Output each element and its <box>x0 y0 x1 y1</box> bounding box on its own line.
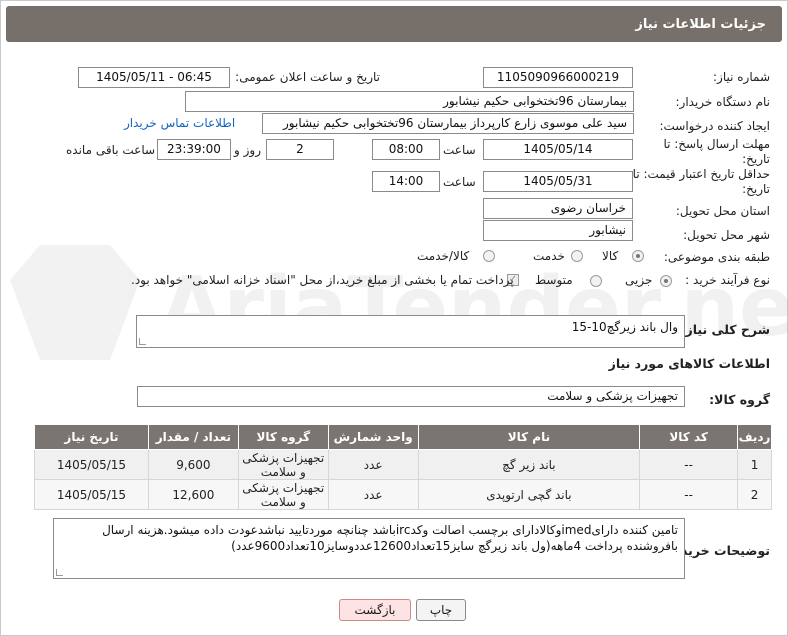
goods-group-label: گروه کالا: <box>709 392 770 407</box>
reply-deadline-label: مهلت ارسال پاسخ: تا تاریخ: <box>663 137 770 166</box>
buyer-notes-textarea[interactable]: تامین کننده دارایimedوکالادارای برچسب اص… <box>53 518 685 579</box>
cell-quantity: 9,600 <box>147 449 239 480</box>
resize-grip-icon[interactable] <box>139 338 146 345</box>
need-number-label: شماره نیاز: <box>713 70 770 84</box>
col-header-item-code: کد کالا <box>639 424 739 450</box>
category-goods-service-radio[interactable] <box>483 250 495 262</box>
remaining-time-label: ساعت باقی مانده <box>66 143 156 157</box>
description-textarea[interactable]: وال باند زیرگچ10-15 <box>136 315 685 348</box>
buyer-org-label: نام دستگاه خریدار: <box>675 95 771 109</box>
process-medium-label: متوسط <box>535 273 573 287</box>
back-button[interactable]: بازگشت <box>339 599 411 621</box>
cell-need-date: 1405/05/15 <box>34 449 149 480</box>
reply-deadline-days-field: 2 <box>266 139 334 160</box>
category-goods-service-label: کالا/خدمت <box>417 249 470 263</box>
cell-item-code: -- <box>639 449 739 480</box>
requester-field: سید علی موسوی زارع کارپرداز بیمارستان 96… <box>262 113 634 134</box>
announce-datetime-field: 1405/05/11 - 06:45 <box>78 67 230 88</box>
reply-deadline-days-label: روز و <box>234 143 261 157</box>
category-service-radio[interactable] <box>571 250 583 262</box>
cell-item-code: -- <box>639 479 739 510</box>
table-header-row: ردیف کد کالا نام کالا واحد شمارش گروه کا… <box>34 424 772 450</box>
page-header: جزئیات اطلاعات نیاز <box>6 6 782 42</box>
cell-row-number: 2 <box>737 479 772 510</box>
col-header-quantity: تعداد / مقدار <box>147 424 239 450</box>
process-type-label: نوع فرآیند خرید : <box>685 273 770 287</box>
description-text: وال باند زیرگچ10-15 <box>571 320 678 334</box>
buyer-org-field: بیمارستان 96تختخوابی حکیم نیشابور <box>185 91 634 112</box>
delivery-city-label: شهر محل تحویل: <box>683 228 770 242</box>
print-button[interactable]: چاپ <box>416 599 466 621</box>
resize-grip-icon[interactable] <box>56 569 63 576</box>
announce-datetime-label: تاریخ و ساعت اعلان عمومی: <box>235 70 380 84</box>
category-label: طبقه بندی موضوعی: <box>663 250 770 264</box>
cell-goods-group: تجهیزات پزشکی و سلامت <box>237 479 329 510</box>
need-number-field: 1105090966000219 <box>483 67 633 88</box>
cell-unit: عدد <box>327 479 419 510</box>
cell-quantity: 12,600 <box>147 479 239 510</box>
buyer-notes-text: تامین کننده دارایimedوکالادارای برچسب اص… <box>102 523 678 553</box>
delivery-province-label: استان محل تحویل: <box>675 204 770 218</box>
cell-need-date: 1405/05/15 <box>34 479 149 510</box>
cell-item-name: باند زیر گچ <box>417 449 641 480</box>
delivery-province-field: خراسان رضوی <box>483 198 633 219</box>
table-row[interactable]: 2 -- باند گچی ارتوپدی عدد تجهیزات پزشکی … <box>34 479 772 510</box>
category-goods-label: کالا <box>602 249 619 263</box>
delivery-city-field: نیشابور <box>483 220 633 241</box>
requester-label: ایجاد کننده درخواست: <box>659 119 770 133</box>
items-table: ردیف کد کالا نام کالا واحد شمارش گروه کا… <box>34 424 772 510</box>
price-validity-label: حداقل تاریخ اعتبار قیمت: تا تاریخ: <box>632 167 770 196</box>
cell-goods-group: تجهیزات پزشکی و سلامت <box>237 449 329 480</box>
col-header-row-number: ردیف <box>737 424 772 450</box>
goods-info-title: اطلاعات کالاهای مورد نیاز <box>608 356 770 371</box>
reply-deadline-date-field: 1405/05/14 <box>483 139 633 160</box>
category-goods-radio[interactable] <box>632 250 644 262</box>
process-medium-radio[interactable] <box>590 275 602 287</box>
treasury-payment-note: پرداخت تمام یا بخشی از مبلغ خرید،از محل … <box>131 273 514 287</box>
description-label: شرح کلی نیاز: <box>680 322 770 337</box>
cell-row-number: 1 <box>737 449 772 480</box>
col-header-item-name: نام کالا <box>417 424 641 450</box>
cell-item-name: باند گچی ارتوپدی <box>417 479 641 510</box>
process-partial-label: جزیی <box>625 273 653 287</box>
price-validity-time-label: ساعت <box>443 175 476 189</box>
page-title: جزئیات اطلاعات نیاز <box>635 16 766 32</box>
buyer-contact-link[interactable]: اطلاعات تماس خریدار <box>124 116 235 130</box>
cell-unit: عدد <box>327 449 419 480</box>
reply-deadline-time-label: ساعت <box>443 143 476 157</box>
reply-deadline-time-field: 08:00 <box>372 139 440 160</box>
category-service-label: خدمت <box>533 249 565 263</box>
price-validity-time-field: 14:00 <box>372 171 440 192</box>
col-header-need-date: تاریخ نیاز <box>34 424 149 450</box>
remaining-time-field: 23:39:00 <box>157 139 231 160</box>
process-partial-radio[interactable] <box>660 275 672 287</box>
goods-group-field: تجهیزات پزشکی و سلامت <box>137 386 685 407</box>
table-row[interactable]: 1 -- باند زیر گچ عدد تجهیزات پزشکی و سلا… <box>34 449 772 480</box>
col-header-goods-group: گروه کالا <box>237 424 329 450</box>
price-validity-date-field: 1405/05/31 <box>483 171 633 192</box>
col-header-unit: واحد شمارش <box>327 424 419 450</box>
